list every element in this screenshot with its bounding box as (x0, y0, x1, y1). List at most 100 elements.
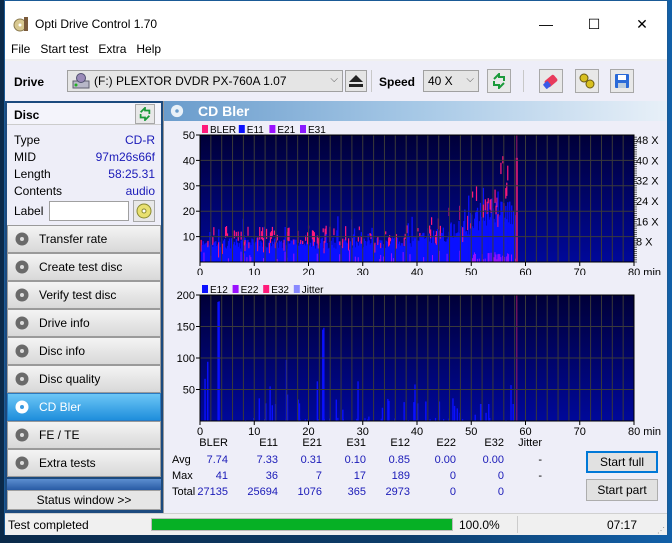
start-part-button[interactable]: Start part (586, 479, 658, 501)
stats-cell: 0.00 (482, 454, 504, 466)
bler-bar (506, 182, 508, 196)
bler-bar (235, 231, 237, 237)
e12-bar (323, 327, 325, 421)
disc-length-value: 58:25.31 (108, 166, 155, 181)
menu-file[interactable]: File (11, 42, 30, 56)
nav-item-disc-info[interactable]: Disc info (7, 337, 161, 365)
speed-value: 40 X (428, 74, 453, 88)
menu-help[interactable]: Help (136, 42, 161, 56)
app-icon (13, 17, 28, 32)
nav-item-transfer-rate[interactable]: Transfer rate (7, 225, 161, 253)
disc-label-input[interactable] (49, 201, 130, 221)
disc-mid-row: MID 97m26s66f (7, 148, 161, 165)
e12-bar (271, 405, 274, 421)
drive-select[interactable]: (F:) PLEXTOR DVDR PX-760A 1.07 ⌵ (67, 70, 343, 92)
stats-cell: 25694 (247, 486, 278, 498)
nav-item-label: FE / TE (39, 428, 80, 442)
y-tick-label: 50 (183, 385, 195, 397)
refresh-icon (139, 107, 151, 121)
resize-grip-icon[interactable]: ⋰ (657, 526, 665, 535)
disc-length-label: Length (14, 166, 51, 181)
nav-item-extra-tests[interactable]: Extra tests (7, 449, 161, 477)
nav-item-drive-info[interactable]: Drive info (7, 309, 161, 337)
minimize-button[interactable]: — (523, 9, 569, 39)
legend-label: E21 (277, 125, 295, 136)
y-tick-label: 40 (183, 155, 195, 167)
x-tick-label: 0 (197, 426, 203, 435)
progress-bar (151, 518, 453, 531)
erase-button[interactable] (539, 69, 563, 93)
x-tick-label: 10 (248, 267, 260, 275)
menu-extra[interactable]: Extra (98, 42, 126, 56)
legend-swatch (202, 285, 208, 293)
settings-button[interactable] (575, 69, 599, 93)
refresh-speed-button[interactable] (487, 69, 511, 93)
x-tick-label: 30 (357, 426, 369, 435)
drive-value: (F:) PLEXTOR DVDR PX-760A 1.07 (94, 74, 287, 88)
close-button[interactable]: ✕ (619, 9, 665, 39)
legend-label: E31 (308, 125, 326, 136)
stats-cell: 0.85 (388, 454, 410, 466)
y2-tick-label: 40 X (636, 155, 659, 167)
bler-bar (360, 237, 362, 244)
y2-tick-label: 16 X (636, 216, 659, 228)
disc-label-label: Label (14, 204, 44, 218)
disc-mid-value: 97m26s66f (95, 149, 155, 164)
x-tick-label: 40 (411, 426, 423, 435)
x-tick-label: 70 (574, 267, 586, 275)
progress-fill (152, 519, 452, 530)
panel-title: CD Bler (198, 103, 250, 119)
drive-label: Drive (14, 75, 45, 89)
refresh-disc-button[interactable] (135, 104, 155, 124)
e12-bar (425, 401, 427, 421)
x-tick-label: 0 (197, 267, 203, 275)
legend-swatch (232, 285, 239, 293)
stats-cell: 7.74 (206, 454, 228, 466)
bler-bar (339, 241, 341, 246)
start-full-button[interactable]: Start full (586, 451, 658, 473)
chevron-down-icon: ⌵ (466, 74, 474, 85)
refresh-icon (493, 73, 505, 89)
eject-button[interactable] (345, 70, 367, 92)
status-window-button[interactable]: Status window >> (7, 490, 161, 510)
maximize-button[interactable]: ☐ (571, 9, 617, 39)
save-button[interactable] (610, 69, 634, 93)
bler-bar (500, 162, 502, 175)
nav-item-fe-te[interactable]: FE / TE (7, 421, 161, 449)
nav-item-cd-bler[interactable]: CD Bler (7, 393, 161, 421)
y-tick-label: 30 (183, 181, 195, 193)
bler-bar (345, 226, 347, 241)
legend-swatch (263, 285, 270, 293)
nav-item-verify-test-disc[interactable]: Verify test disc (7, 281, 161, 309)
disc-icon (170, 104, 184, 118)
x-tick-label: 60 (519, 426, 531, 435)
disc-test-icon (15, 372, 29, 386)
e12-bar (218, 301, 220, 421)
menu-start-test[interactable]: Start test (40, 42, 88, 56)
nav-item-label: Disc quality (39, 372, 101, 386)
disc-test-icon (15, 456, 29, 470)
stats-cell: 41 (215, 470, 228, 482)
stats-column-header: E12 (390, 437, 410, 449)
bler-bar (259, 226, 261, 240)
e12-bar (204, 378, 206, 421)
x-tick-label: 20 (302, 426, 314, 435)
e12-bar (485, 412, 487, 421)
stats-cell: 7.33 (256, 454, 278, 466)
e12-bar (207, 361, 209, 421)
nav-item-create-test-disc[interactable]: Create test disc (7, 253, 161, 281)
speed-select[interactable]: 40 X ⌵ (423, 70, 479, 92)
legend-label: Jitter (302, 285, 324, 296)
chevron-down-icon: ⌵ (330, 74, 338, 85)
legend-label: BLER (210, 125, 236, 136)
status-bar: Test completed 100.0% 07:17 ⋰ (5, 513, 667, 535)
bler-bar (475, 186, 478, 201)
write-label-button[interactable] (133, 200, 156, 222)
bler-bar (417, 228, 419, 232)
disc-test-icon (15, 400, 29, 414)
y2-tick-label: 24 X (636, 196, 659, 208)
main-panel: CD Bler BLER E11 E21 E31 10 20 30 40 50 0 10 20 30 40… (163, 101, 667, 513)
bler-bar (487, 198, 489, 204)
nav-item-disc-quality[interactable]: Disc quality (7, 365, 161, 393)
speed-label: Speed (379, 75, 416, 89)
